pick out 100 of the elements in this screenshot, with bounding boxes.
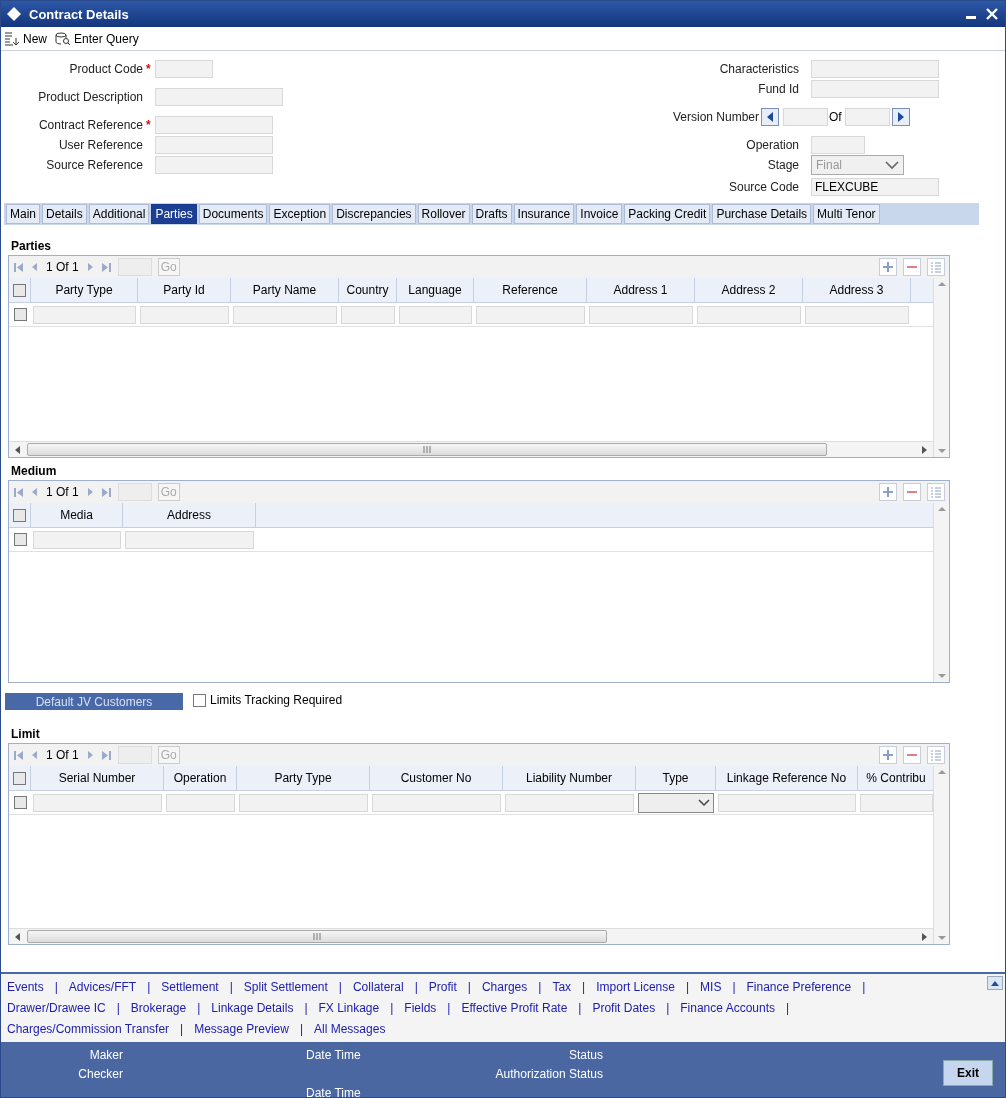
input-field[interactable] bbox=[805, 305, 909, 324]
link[interactable]: Advices/FFT bbox=[68, 979, 137, 994]
input-field[interactable] bbox=[372, 793, 501, 812]
tab[interactable]: Discrepancies bbox=[332, 204, 416, 224]
input-field[interactable] bbox=[155, 156, 273, 174]
default-jv-customers-button[interactable]: Default JV Customers bbox=[5, 693, 183, 710]
tab[interactable]: Documents bbox=[198, 204, 268, 224]
tab[interactable]: Main bbox=[6, 204, 40, 224]
scroll-up-icon[interactable] bbox=[936, 506, 947, 512]
row-checkbox[interactable] bbox=[13, 533, 27, 546]
input-field[interactable] bbox=[33, 305, 136, 324]
last-page-icon[interactable] bbox=[100, 486, 112, 498]
row-checkbox[interactable] bbox=[13, 796, 27, 809]
horizontal-scrollbar[interactable] bbox=[9, 928, 933, 944]
row-checkbox[interactable] bbox=[13, 308, 27, 321]
input-field[interactable] bbox=[811, 136, 865, 154]
scroll-left-icon[interactable] bbox=[13, 443, 23, 456]
tab[interactable]: Packing Credit bbox=[624, 204, 711, 224]
input-field[interactable] bbox=[399, 305, 472, 324]
link[interactable]: Import License bbox=[596, 979, 675, 994]
list-view-button[interactable] bbox=[927, 258, 945, 276]
tab[interactable]: Multi Tenor bbox=[813, 204, 880, 224]
link[interactable]: Charges bbox=[481, 979, 528, 994]
input-field[interactable] bbox=[239, 793, 368, 812]
previous-page-icon[interactable] bbox=[30, 749, 40, 761]
scroll-down-icon[interactable] bbox=[936, 448, 947, 454]
input-field[interactable] bbox=[166, 793, 235, 812]
tab[interactable]: Invoice bbox=[576, 204, 623, 224]
input-field[interactable] bbox=[155, 116, 273, 134]
close-icon[interactable] bbox=[985, 7, 999, 21]
input-field[interactable] bbox=[589, 305, 693, 324]
scroll-down-icon[interactable] bbox=[936, 673, 947, 679]
vertical-scrollbar[interactable] bbox=[933, 766, 949, 944]
select-all-checkbox[interactable] bbox=[13, 283, 26, 297]
input-field[interactable] bbox=[155, 60, 213, 78]
input-field[interactable] bbox=[341, 305, 395, 324]
list-view-button[interactable] bbox=[927, 483, 945, 501]
tab[interactable]: Purchase Details bbox=[712, 204, 812, 224]
link[interactable]: Settlement bbox=[161, 979, 219, 994]
first-page-icon[interactable] bbox=[13, 749, 24, 761]
link[interactable]: Drawer/Drawee IC bbox=[7, 1001, 106, 1015]
scroll-down-icon[interactable] bbox=[936, 935, 947, 941]
exit-button[interactable]: Exit bbox=[943, 1060, 993, 1086]
tab[interactable]: Parties bbox=[151, 204, 197, 224]
input-field[interactable] bbox=[783, 108, 828, 126]
collapse-button[interactable] bbox=[987, 976, 1003, 990]
link[interactable]: Profit bbox=[428, 979, 457, 994]
link[interactable]: FX Linkage bbox=[318, 1001, 380, 1015]
tab[interactable]: Drafts bbox=[471, 204, 512, 224]
limits-tracking-checkbox[interactable]: Limits Tracking Required bbox=[193, 693, 343, 707]
add-row-button[interactable] bbox=[879, 258, 897, 276]
enter-query-button[interactable]: Enter Query bbox=[55, 31, 139, 46]
tab[interactable]: Exception bbox=[269, 204, 331, 224]
select-field[interactable] bbox=[638, 792, 714, 813]
horizontal-scrollbar[interactable] bbox=[9, 441, 933, 457]
delete-row-button[interactable] bbox=[903, 746, 921, 764]
link[interactable]: Finance Accounts bbox=[680, 1001, 775, 1015]
input-field[interactable] bbox=[233, 305, 337, 324]
link[interactable]: All Messages bbox=[314, 1022, 386, 1037]
tab[interactable]: Details bbox=[42, 204, 87, 224]
link[interactable]: Message Preview bbox=[194, 1022, 289, 1037]
tab[interactable]: Insurance bbox=[513, 204, 575, 224]
input-field[interactable] bbox=[718, 793, 856, 812]
input-field[interactable] bbox=[125, 530, 254, 549]
link[interactable]: Fields bbox=[404, 1001, 437, 1015]
select-all-checkbox[interactable] bbox=[13, 508, 26, 522]
link[interactable]: Profit Dates bbox=[592, 1001, 656, 1015]
tab[interactable]: Additional bbox=[88, 204, 150, 224]
scroll-right-icon[interactable] bbox=[919, 930, 929, 943]
scroll-left-icon[interactable] bbox=[13, 930, 23, 943]
link[interactable]: Tax bbox=[552, 979, 572, 994]
first-page-icon[interactable] bbox=[13, 486, 24, 498]
scrollbar-thumb[interactable] bbox=[27, 443, 827, 456]
input-field[interactable] bbox=[811, 80, 939, 98]
vertical-scrollbar[interactable] bbox=[933, 503, 949, 682]
last-page-icon[interactable] bbox=[100, 749, 112, 761]
input-field[interactable] bbox=[476, 305, 585, 324]
link[interactable]: Effective Profit Rate bbox=[461, 1001, 568, 1015]
vertical-scrollbar[interactable] bbox=[933, 278, 949, 457]
previous-page-icon[interactable] bbox=[30, 261, 40, 273]
input-field[interactable] bbox=[811, 60, 939, 78]
input-field[interactable]: FLEXCUBE bbox=[811, 177, 939, 196]
link[interactable]: MIS bbox=[700, 979, 722, 994]
previous-page-icon[interactable] bbox=[30, 486, 40, 498]
input-field[interactable] bbox=[33, 530, 121, 549]
link[interactable]: Linkage Details bbox=[211, 1001, 294, 1015]
input-field[interactable] bbox=[505, 793, 634, 812]
delete-row-button[interactable] bbox=[903, 258, 921, 276]
previous-version-button[interactable] bbox=[761, 108, 779, 126]
link[interactable]: Split Settlement bbox=[243, 979, 328, 994]
new-button[interactable]: New bbox=[4, 31, 47, 46]
input-field[interactable] bbox=[860, 793, 933, 812]
delete-row-button[interactable] bbox=[903, 483, 921, 501]
add-row-button[interactable] bbox=[879, 746, 897, 764]
list-view-button[interactable] bbox=[927, 746, 945, 764]
input-field[interactable] bbox=[844, 108, 890, 126]
scroll-right-icon[interactable] bbox=[919, 443, 929, 456]
select-all-checkbox[interactable] bbox=[13, 771, 26, 785]
input-field[interactable] bbox=[697, 305, 801, 324]
input-field[interactable] bbox=[155, 88, 283, 106]
